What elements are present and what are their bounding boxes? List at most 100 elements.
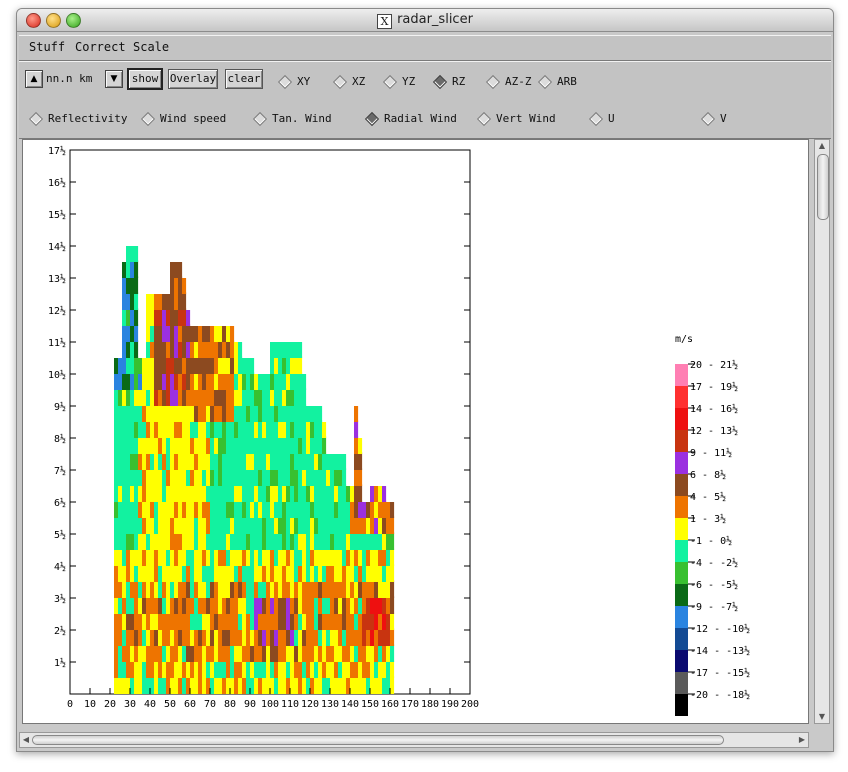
vertical-scroll-thumb[interactable] (817, 154, 829, 220)
y-tick-label: 10½ (48, 369, 66, 381)
radio-indicator-icon (537, 74, 553, 89)
field-reflectivity-label: Reflectivity (48, 112, 128, 125)
radio-indicator-icon (700, 111, 716, 126)
legend-label: 14 - 16½ (690, 403, 738, 415)
legend-label: 6 - 8½ (690, 469, 726, 481)
radio-indicator-icon (28, 111, 44, 126)
increase-distance-button[interactable]: ▲ (25, 70, 43, 88)
menu-stuff[interactable]: Stuff (29, 40, 65, 54)
horizontal-scrollbar[interactable]: ◀ ▶ (19, 732, 809, 748)
view-arb-radio[interactable]: ARB (537, 74, 577, 89)
y-tick-label: 11½ (48, 337, 66, 349)
radio-indicator-icon (140, 111, 156, 126)
plot-canvas[interactable]: 17½ 16½ 15½ 14½ 13½ 12½ 11½ 10½ 9½ 8½ 7½ 6½ 5½ 4½ 3½ 2½… (22, 139, 809, 724)
legend-swatch (675, 364, 688, 386)
x-tick-label: 30 (124, 699, 136, 710)
legend-swatch (675, 430, 688, 452)
view-xy-label: XY (297, 75, 311, 88)
radio-indicator-icon (252, 111, 268, 126)
y-tick-label: 17½ (48, 145, 66, 157)
field-u-radio[interactable]: U (588, 111, 615, 126)
view-rz-radio[interactable]: RZ (432, 74, 465, 89)
field-vert-wind-label: Vert Wind (496, 112, 556, 125)
radio-indicator-icon (588, 111, 604, 126)
window-title: radar_slicer (397, 12, 473, 27)
window-title-wrap: Xradar_slicer (17, 12, 833, 29)
legend-swatch (675, 452, 688, 474)
x-tick-label: 130 (321, 699, 339, 710)
legend-swatch (675, 650, 688, 672)
field-vert-wind-radio[interactable]: Vert Wind (476, 111, 556, 126)
y-tick-label: 7½ (54, 465, 66, 477)
field-wind-speed-radio[interactable]: Wind speed (140, 111, 227, 126)
x-tick-label: 160 (381, 699, 399, 710)
view-azz-label: AZ-Z (505, 75, 532, 88)
menu-scale[interactable]: Scale (133, 40, 169, 54)
legend-swatch (675, 496, 688, 518)
legend-swatch (675, 386, 688, 408)
overlay-button[interactable]: Overlay (168, 69, 218, 89)
view-yz-radio[interactable]: YZ (382, 74, 415, 89)
legend-label: 4 - 5½ (690, 491, 726, 503)
radio-indicator-icon (432, 74, 448, 89)
show-button[interactable]: show (127, 68, 163, 90)
view-xz-label: XZ (352, 75, 366, 88)
radio-indicator-icon (476, 111, 492, 126)
x-tick-label: 20 (104, 699, 116, 710)
legend-label: 1 - 3½ (690, 513, 726, 525)
view-azz-radio[interactable]: AZ-Z (485, 74, 532, 89)
decrease-distance-button[interactable]: ▼ (105, 70, 123, 88)
field-wind-speed-label: Wind speed (160, 112, 227, 125)
vertical-scrollbar[interactable]: ▲ ▼ (814, 139, 830, 724)
legend-label: 20 - 21½ (690, 359, 738, 371)
x-tick-label: 170 (401, 699, 419, 710)
y-tick-label: 8½ (54, 433, 66, 445)
toolbar: ▲ nn.n km ▼ show Overlay clear XY XZ YZ … (19, 61, 831, 139)
field-tan-wind-radio[interactable]: Tan. Wind (252, 111, 332, 126)
title-bar[interactable]: Xradar_slicer (17, 9, 833, 32)
x-tick-label: 0 (67, 699, 73, 710)
field-v-label: V (720, 112, 727, 125)
legend-label: -12 - -10½ (690, 623, 750, 635)
legend-swatch (675, 672, 688, 694)
x-tick-label: 200 (461, 699, 479, 710)
x11-icon: X (377, 14, 393, 29)
legend-swatch (675, 694, 688, 716)
legend-label: -9 - -7½ (690, 601, 738, 613)
legend-label: -20 - -18½ (690, 689, 750, 701)
menu-correct[interactable]: Correct (75, 40, 126, 54)
scroll-right-arrow-icon[interactable]: ▶ (796, 733, 808, 747)
legend-swatch (675, 518, 688, 540)
view-xy-radio[interactable]: XY (277, 74, 311, 89)
y-tick-label: 14½ (48, 241, 66, 253)
y-tick-label: 13½ (48, 273, 66, 285)
clear-button[interactable]: clear (225, 69, 263, 89)
legend-swatch (675, 562, 688, 584)
x-tick-label: 180 (421, 699, 439, 710)
x-tick-label: 120 (301, 699, 319, 710)
scroll-down-arrow-icon[interactable]: ▼ (815, 711, 829, 723)
y-tick-label: 1½ (54, 657, 66, 669)
y-tick-label: 12½ (48, 305, 66, 317)
distance-label: nn.n km (46, 72, 93, 85)
legend-label: 17 - 19½ (690, 381, 738, 393)
legend-label: 9 - 11½ (690, 447, 732, 459)
radio-indicator-icon (332, 74, 348, 89)
x-tick-label: 150 (361, 699, 379, 710)
field-v-radio[interactable]: V (700, 111, 727, 126)
y-tick-label: 3½ (54, 593, 66, 605)
field-radial-wind-radio[interactable]: Radial Wind (364, 111, 457, 126)
scroll-left-arrow-icon[interactable]: ◀ (20, 733, 32, 747)
radio-indicator-icon (382, 74, 398, 89)
y-tick-label: 2½ (54, 625, 66, 637)
field-tan-wind-label: Tan. Wind (272, 112, 332, 125)
x-tick-label: 50 (164, 699, 176, 710)
radio-indicator-icon (364, 111, 380, 126)
view-xz-radio[interactable]: XZ (332, 74, 366, 89)
horizontal-scroll-thumb[interactable] (32, 735, 724, 745)
field-reflectivity-radio[interactable]: Reflectivity (28, 111, 128, 126)
legend-swatch (675, 408, 688, 430)
y-tick-label: 5½ (54, 529, 66, 541)
scroll-up-arrow-icon[interactable]: ▲ (815, 140, 829, 152)
y-tick-label: 9½ (54, 401, 66, 413)
